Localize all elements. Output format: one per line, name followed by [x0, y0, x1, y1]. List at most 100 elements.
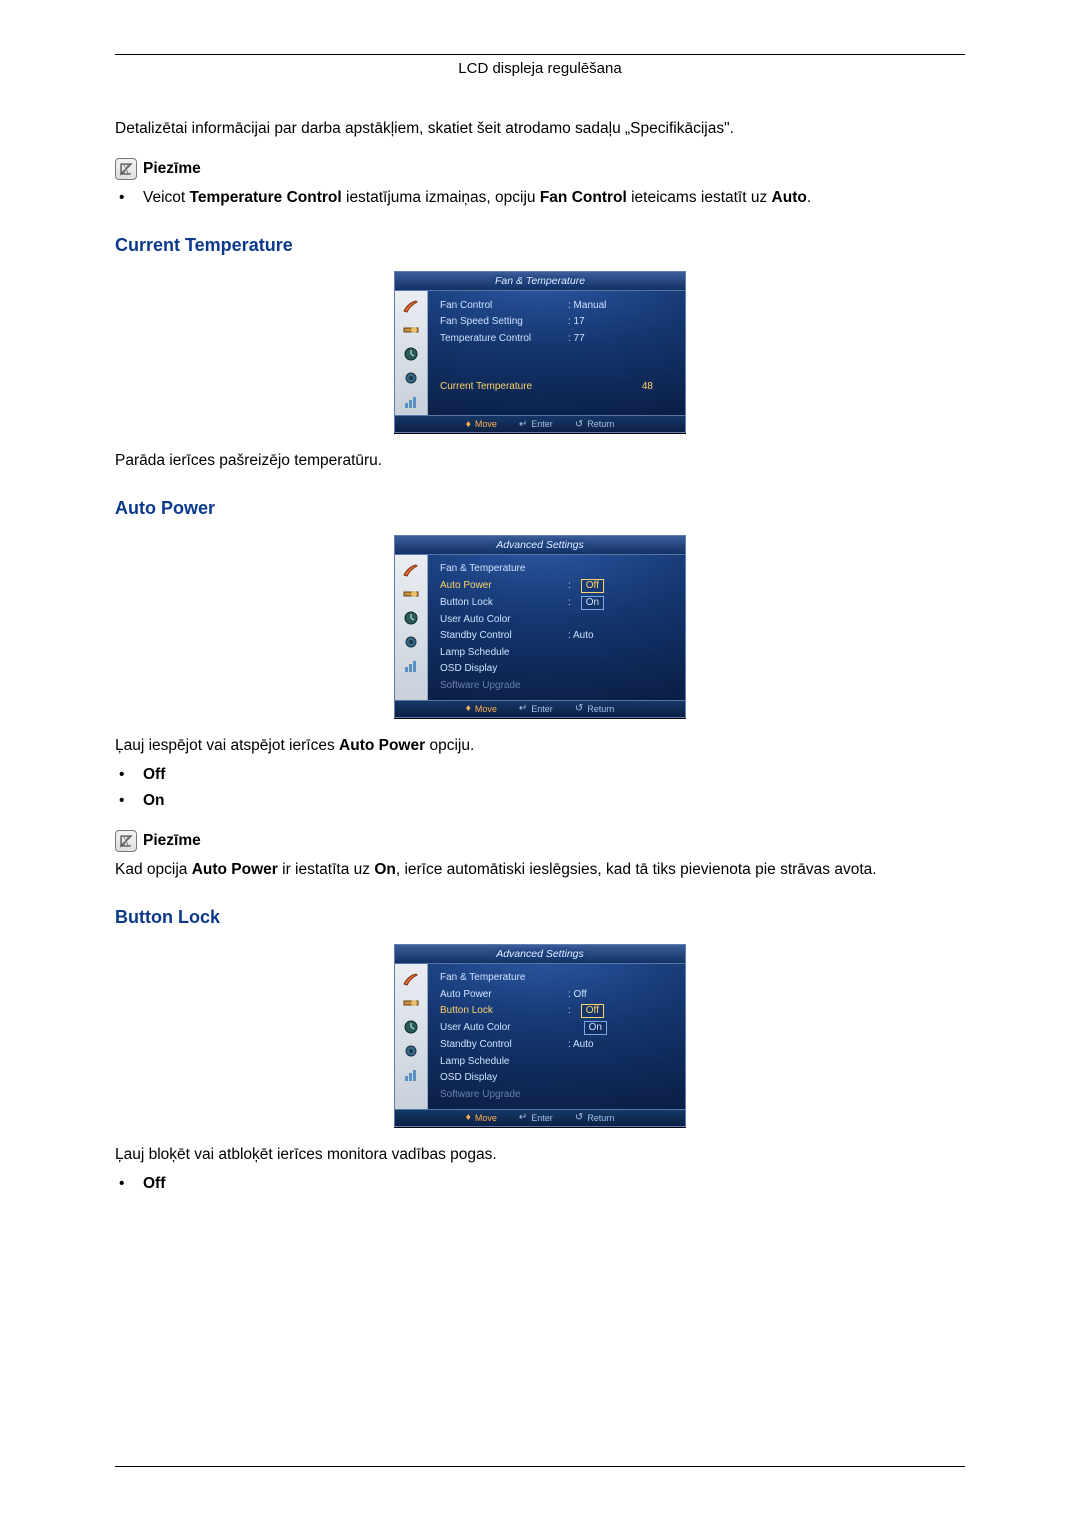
- note-icon: [115, 830, 137, 852]
- footer-enter: ↵Enter: [519, 418, 553, 432]
- osd-row-value: On: [581, 596, 604, 610]
- auto-power-options: Off On: [115, 765, 965, 813]
- osd-selected-value: Off: [581, 1004, 604, 1018]
- note-item: Veicot Temperature Control iestatījuma i…: [115, 188, 965, 209]
- heading-current-temperature: Current Temperature: [115, 233, 965, 257]
- osd-content: Fan & Temperature Auto Power : Off Button…: [428, 964, 685, 1109]
- osd-row-label: Temperature Control: [440, 332, 560, 346]
- osd-screenshot-1: Fan & Temperature Fan Control : Manual Fa…: [115, 271, 965, 433]
- sidebar-clock-icon: [399, 343, 423, 365]
- footer-move: ♦Move: [466, 1111, 497, 1125]
- heading-button-lock: Button Lock: [115, 905, 965, 929]
- return-icon: ↺: [575, 418, 583, 432]
- sidebar-brush-icon: [399, 295, 423, 317]
- button-lock-options: Off: [115, 1174, 965, 1195]
- footer-move: ♦Move: [466, 702, 497, 716]
- note-label: Piezīme: [143, 831, 201, 852]
- osd-row-label: Fan & Temperature: [440, 971, 560, 985]
- note-block: Piezīme: [115, 830, 965, 852]
- footer-return: ↺Return: [575, 418, 614, 432]
- header-text: LCD displeja regulēšana: [458, 60, 621, 77]
- page-footer-rule: [115, 1466, 965, 1467]
- page: LCD displeja regulēšana Detalizētai info…: [0, 0, 1080, 1527]
- osd-row-value: On: [584, 1021, 607, 1035]
- osd-row-label: Standby Control: [440, 629, 560, 643]
- osd-row-label: User Auto Color: [440, 1021, 560, 1035]
- intro-paragraph: Detalizētai informācijai par darba apstā…: [115, 119, 965, 140]
- return-icon: ↺: [575, 702, 583, 716]
- sidebar-chart-icon: [399, 391, 423, 413]
- osd-window: Advanced Settings Fan & Temperature Auto…: [394, 535, 686, 718]
- osd-row-label: User Auto Color: [440, 613, 560, 627]
- sidebar-gear-icon: [399, 631, 423, 653]
- osd-row-label: Lamp Schedule: [440, 1055, 560, 1069]
- osd-footer: ♦Move ↵Enter ↺Return: [395, 700, 685, 717]
- osd-row-value: : Off: [568, 988, 587, 1002]
- osd-title: Fan & Temperature: [395, 272, 685, 291]
- auto-power-desc: Ļauj iespējot vai atspējot ierīces Auto …: [115, 736, 965, 757]
- osd-row-value: : 17: [568, 315, 585, 329]
- note-list: Veicot Temperature Control iestatījuma i…: [115, 188, 965, 209]
- osd-row-label: Fan Control: [440, 299, 560, 313]
- sidebar-clock-icon: [399, 607, 423, 629]
- osd-sidebar: [395, 964, 428, 1109]
- sidebar-gear-icon: [399, 367, 423, 389]
- osd-title: Advanced Settings: [395, 945, 685, 964]
- osd-window: Fan & Temperature Fan Control : Manual Fa…: [394, 271, 686, 433]
- osd-content: Fan & Temperature Auto Power: Off Button…: [428, 555, 685, 700]
- current-temp-desc: Parāda ierīces pašreizējo temperatūru.: [115, 451, 965, 472]
- sidebar-chart-icon: [399, 1064, 423, 1086]
- osd-sidebar: [395, 555, 428, 700]
- sidebar-chart-icon: [399, 655, 423, 677]
- osd-screenshot-3: Advanced Settings Fan & Temperature Auto…: [115, 944, 965, 1127]
- osd-sidebar: [395, 291, 428, 415]
- note-block: Piezīme: [115, 158, 965, 180]
- osd-row-label: Standby Control: [440, 1038, 560, 1052]
- updown-icon: ♦: [466, 702, 471, 716]
- footer-return: ↺Return: [575, 1111, 614, 1125]
- sidebar-slider-icon: [399, 992, 423, 1014]
- osd-row-label: Fan Speed Setting: [440, 315, 560, 329]
- sidebar-gear-icon: [399, 1040, 423, 1062]
- osd-row-label: OSD Display: [440, 662, 560, 676]
- osd-row-label: Software Upgrade: [440, 1088, 560, 1102]
- osd-row-value: : Auto: [568, 629, 594, 643]
- osd-row-label: Software Upgrade: [440, 679, 560, 693]
- osd-row-value: : Auto: [568, 1038, 594, 1052]
- updown-icon: ♦: [466, 1111, 471, 1125]
- page-header: LCD displeja regulēšana: [115, 54, 965, 79]
- heading-auto-power: Auto Power: [115, 496, 965, 520]
- button-lock-desc: Ļauj bloķēt vai atbloķēt ierīces monitor…: [115, 1145, 965, 1166]
- osd-row-label: OSD Display: [440, 1071, 560, 1085]
- footer-return: ↺Return: [575, 702, 614, 716]
- osd-row-label: Button Lock: [440, 1004, 560, 1018]
- option-off: Off: [115, 765, 965, 786]
- sidebar-clock-icon: [399, 1016, 423, 1038]
- osd-row-label: Button Lock: [440, 596, 560, 610]
- osd-row-label: Current Temperature: [440, 380, 580, 394]
- osd-content: Fan Control : Manual Fan Speed Setting : 1…: [428, 291, 685, 415]
- osd-row-value: : 77: [568, 332, 585, 346]
- osd-footer: ♦Move ↵Enter ↺Return: [395, 415, 685, 432]
- osd-row-value: : Manual: [568, 299, 606, 313]
- auto-power-note: Kad opcija Auto Power ir iestatīta uz On…: [115, 860, 965, 881]
- osd-row-label: Fan & Temperature: [440, 562, 560, 576]
- osd-big-value: 48: [588, 380, 673, 394]
- note-icon: [115, 158, 137, 180]
- return-icon: ↺: [575, 1111, 583, 1125]
- footer-enter: ↵Enter: [519, 702, 553, 716]
- sidebar-brush-icon: [399, 559, 423, 581]
- updown-icon: ♦: [466, 418, 471, 432]
- sidebar-slider-icon: [399, 583, 423, 605]
- footer-move: ♦Move: [466, 418, 497, 432]
- osd-row-label: Auto Power: [440, 579, 560, 593]
- option-off: Off: [115, 1174, 965, 1195]
- note-label: Piezīme: [143, 159, 201, 180]
- sidebar-brush-icon: [399, 968, 423, 990]
- enter-icon: ↵: [519, 1111, 527, 1125]
- osd-screenshot-2: Advanced Settings Fan & Temperature Auto…: [115, 535, 965, 718]
- sidebar-slider-icon: [399, 319, 423, 341]
- osd-title: Advanced Settings: [395, 536, 685, 555]
- osd-window: Advanced Settings Fan & Temperature Auto…: [394, 944, 686, 1127]
- osd-row-label: Auto Power: [440, 988, 560, 1002]
